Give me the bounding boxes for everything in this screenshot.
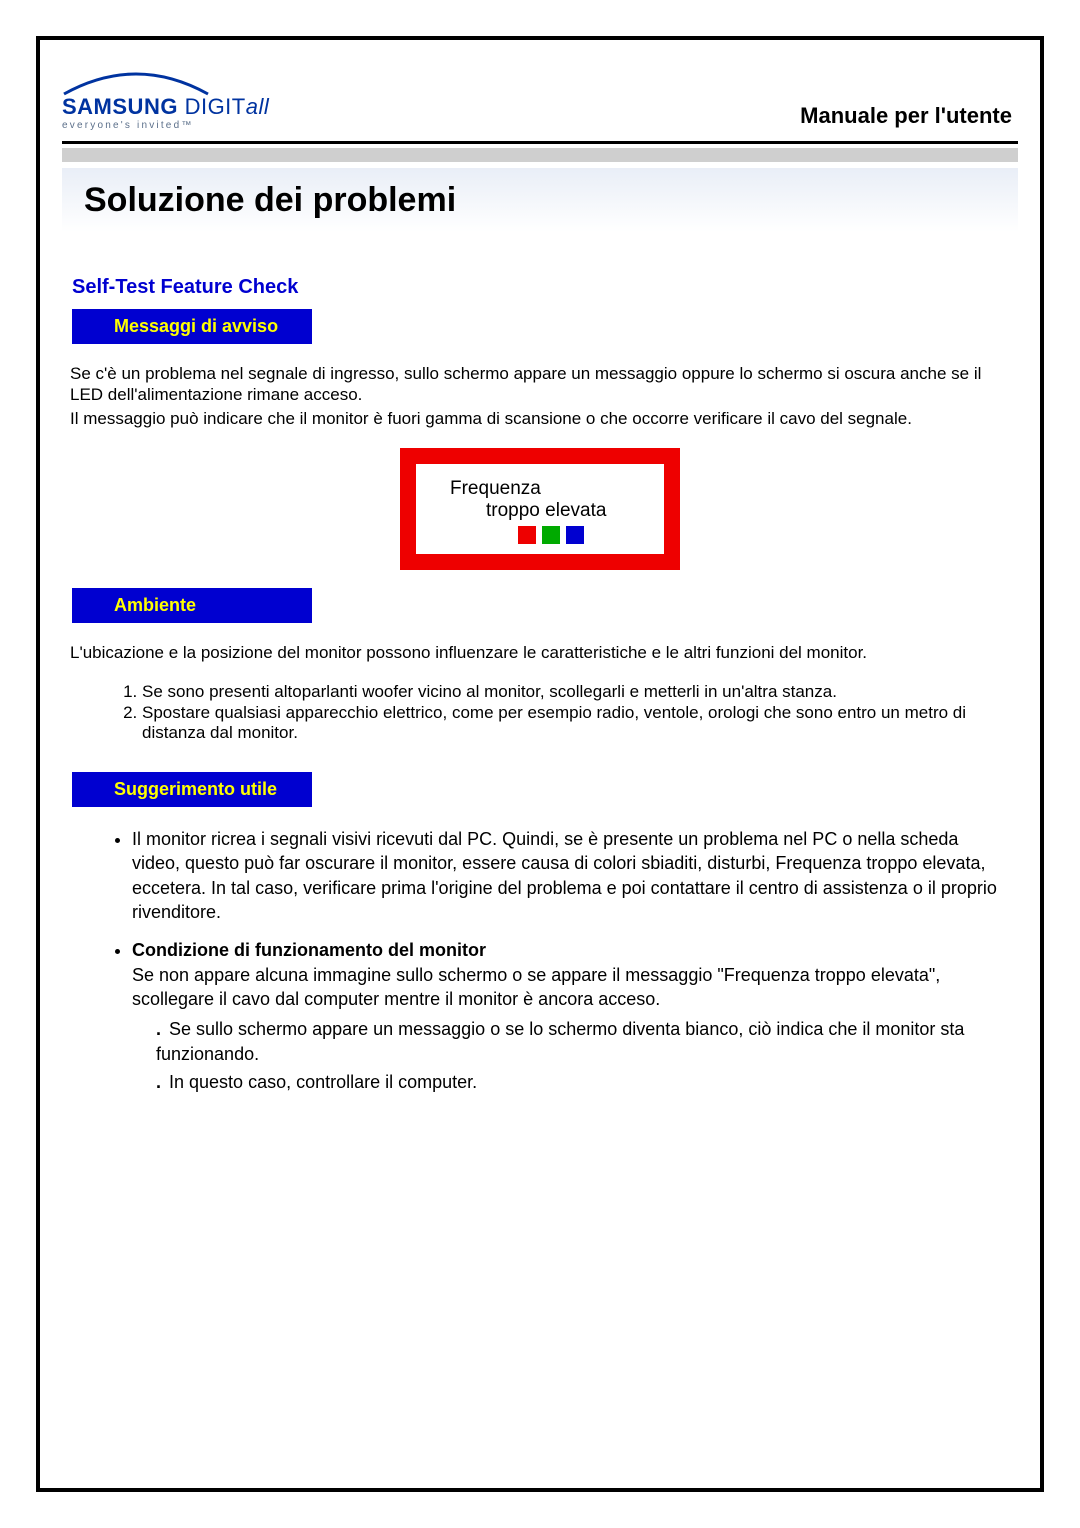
suggerimento-subtitle: Condizione di funzionamento del monitor [132,940,486,960]
blue-square-icon [566,526,584,544]
suggerimento-item-2: Condizione di funzionamento del monitor … [132,938,1008,1094]
brand-logo: SAMSUNG DIGITall everyone's invited™ [62,68,269,131]
warning-box: Frequenza troppo elevata [400,448,680,570]
suggerimento-sublist: Se sullo schermo appare un messaggio o s… [156,1017,1008,1094]
ambiente-list-item: Se sono presenti altoparlanti woofer vic… [142,682,1008,703]
divider-thin [62,141,1018,144]
page-title: Soluzione dei problemi [84,181,456,220]
section-label-selftest: Self-Test Feature Check [72,276,1018,299]
divider-gray [62,148,1018,162]
header: SAMSUNG DIGITall everyone's invited™ Man… [62,68,1018,137]
rgb-indicator [518,526,654,544]
messaggi-para-2: Il messaggio può indicare che il monitor… [70,409,1010,430]
suggerimento-sub-item: Se sullo schermo appare un messaggio o s… [156,1017,1008,1066]
warning-line1: Frequenza [450,478,654,500]
logo-brand-strong: SAMSUNG [62,94,178,119]
heading-ambiente: Ambiente [72,588,312,623]
suggerimento-item-1: Il monitor ricrea i segnali visivi ricev… [132,827,1008,924]
ambiente-list: Se sono presenti altoparlanti woofer vic… [142,682,1008,744]
green-square-icon [542,526,560,544]
logo-arc-icon [62,68,210,96]
warning-line2: troppo elevata [450,500,654,522]
logo-tagline: everyone's invited™ [62,120,194,131]
logo-text: SAMSUNG DIGITall [62,96,269,118]
logo-brand-ital: all [246,94,270,119]
red-square-icon [518,526,536,544]
logo-brand-suffix: DIGIT [178,94,246,119]
heading-suggerimento: Suggerimento utile [72,772,312,807]
ambiente-list-item: Spostare qualsiasi apparecchio elettrico… [142,703,1008,744]
ambiente-para: L'ubicazione e la posizione del monitor … [70,643,1010,664]
title-band: Soluzione dei problemi [62,168,1018,232]
heading-messaggi: Messaggi di avviso [72,309,312,344]
suggerimento-body: Se non appare alcuna immagine sullo sche… [132,965,940,1009]
suggerimento-sub-item: In questo caso, controllare il computer. [156,1070,1008,1094]
suggerimento-list: Il monitor ricrea i segnali visivi ricev… [132,827,1008,1094]
messaggi-para-1: Se c'è un problema nel segnale di ingres… [70,364,1010,405]
header-title: Manuale per l'utente [800,103,1018,129]
